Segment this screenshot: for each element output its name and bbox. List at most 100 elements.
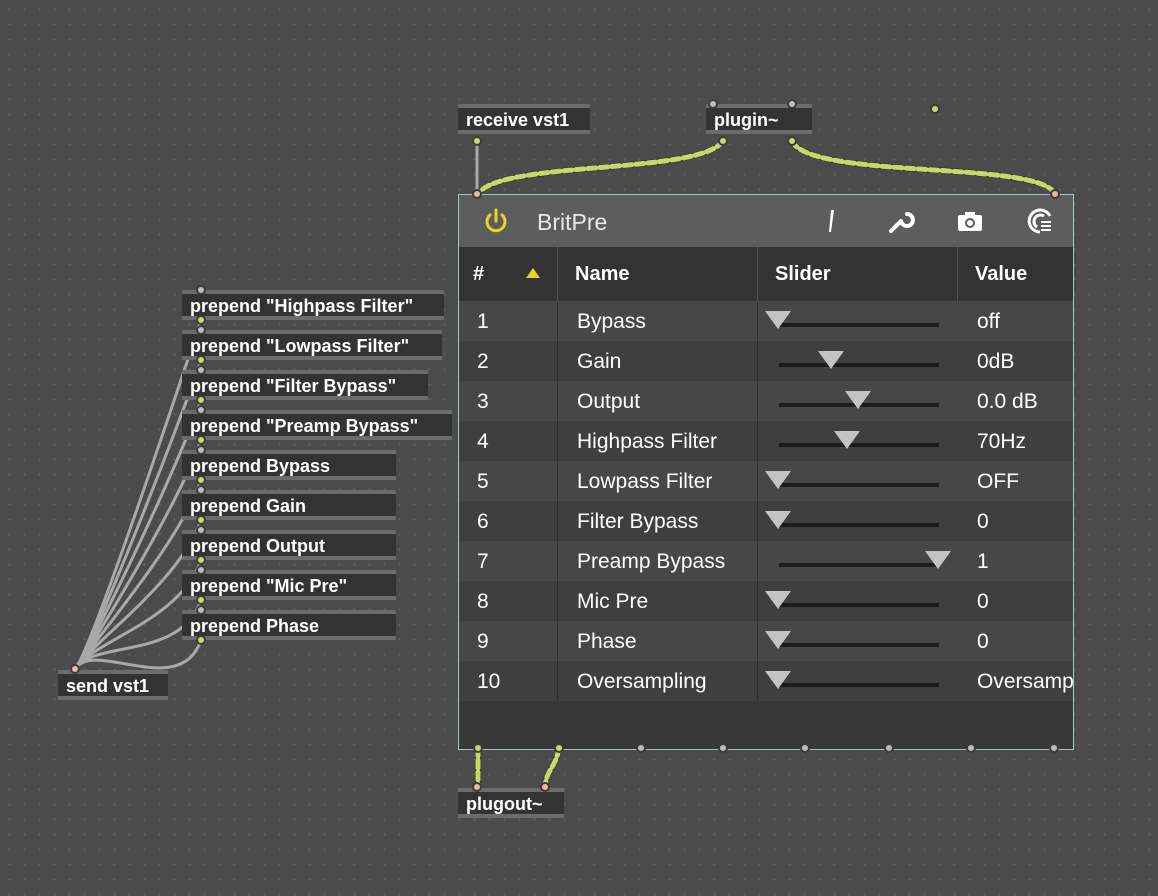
param-slider-thumb[interactable]: [925, 551, 951, 569]
camera-icon[interactable]: [955, 206, 985, 236]
prepend-object[interactable]: prepend Phase: [182, 610, 396, 640]
param-slider-thumb[interactable]: [845, 391, 871, 409]
param-row[interactable]: 6 Filter Bypass 0: [459, 501, 1073, 541]
param-row[interactable]: 5 Lowpass Filter OFF: [459, 461, 1073, 501]
plugin-inlet-right[interactable]: [787, 99, 797, 109]
param-slider-thumb[interactable]: [765, 511, 791, 529]
param-slider-track[interactable]: [779, 483, 939, 487]
vst-plugin-panel[interactable]: BritPre # Name Slider Value 1 Bypass off…: [458, 194, 1074, 750]
cord-plugin-right[interactable]: [789, 138, 1058, 197]
prepend-object[interactable]: prepend "Highpass Filter": [182, 290, 444, 320]
prepend-inlet[interactable]: [196, 485, 206, 495]
plugin-object[interactable]: plugin~: [706, 104, 812, 134]
prepend-object[interactable]: prepend Bypass: [182, 450, 396, 480]
pencil-icon[interactable]: [815, 206, 845, 236]
param-slider-thumb[interactable]: [833, 431, 860, 449]
param-value[interactable]: Oversampling: [977, 670, 1073, 694]
param-row[interactable]: 4 Highpass Filter 70Hz: [459, 421, 1073, 461]
param-slider-thumb[interactable]: [765, 591, 791, 609]
wrench-icon[interactable]: [885, 206, 915, 236]
prepend-object[interactable]: prepend "Filter Bypass": [182, 370, 428, 400]
send-object[interactable]: send vst1: [58, 670, 168, 700]
send-inlet[interactable]: [70, 664, 80, 674]
prepend-outlet[interactable]: [196, 595, 206, 605]
param-value[interactable]: 0dB: [977, 350, 1014, 374]
vst-inlet-left[interactable]: [472, 189, 482, 199]
vst-outlet[interactable]: [473, 743, 483, 753]
prepend-outlet[interactable]: [196, 355, 206, 365]
param-slider-track[interactable]: [779, 683, 939, 687]
param-slider-track[interactable]: [779, 363, 939, 367]
param-slider-track[interactable]: [779, 523, 939, 527]
prepend-object[interactable]: prepend "Lowpass Filter": [182, 330, 442, 360]
receive-outlet[interactable]: [472, 136, 482, 146]
prepend-inlet[interactable]: [196, 605, 206, 615]
col-value-header[interactable]: Value: [975, 263, 1027, 286]
prepend-inlet[interactable]: [196, 565, 206, 575]
vst-outlet[interactable]: [1049, 743, 1059, 753]
col-index-header[interactable]: #: [473, 263, 484, 286]
cord-prepend-to-send[interactable]: [74, 639, 203, 670]
prepend-inlet[interactable]: [196, 525, 206, 535]
prepend-inlet[interactable]: [196, 445, 206, 455]
param-row[interactable]: 9 Phase 0: [459, 621, 1073, 661]
plugout-object[interactable]: plugout~: [458, 788, 564, 818]
param-slider-thumb[interactable]: [765, 471, 791, 489]
param-slider-track[interactable]: [779, 603, 939, 607]
prepend-outlet[interactable]: [196, 555, 206, 565]
prepend-outlet[interactable]: [196, 475, 206, 485]
vst-outlet[interactable]: [884, 743, 894, 753]
receive-object[interactable]: receive vst1: [458, 104, 940, 134]
plugin-outlet-right[interactable]: [787, 136, 797, 146]
prepend-outlet[interactable]: [196, 395, 206, 405]
param-row[interactable]: 3 Output 0.0 dB: [459, 381, 1073, 421]
param-slider-thumb[interactable]: [765, 671, 791, 689]
vst-outlet[interactable]: [636, 743, 646, 753]
param-value[interactable]: 1: [977, 550, 989, 574]
vst-outlet[interactable]: [718, 743, 728, 753]
prepend-outlet[interactable]: [196, 635, 206, 645]
vst-outlet[interactable]: [800, 743, 810, 753]
param-value[interactable]: OFF: [977, 470, 1019, 494]
presets-icon[interactable]: [1025, 206, 1055, 236]
prepend-outlet[interactable]: [196, 435, 206, 445]
prepend-outlet[interactable]: [196, 515, 206, 525]
prepend-object[interactable]: prepend "Mic Pre": [182, 570, 396, 600]
col-name-header[interactable]: Name: [575, 263, 629, 286]
param-slider-track[interactable]: [779, 563, 939, 567]
param-value[interactable]: 0: [977, 630, 989, 654]
prepend-object[interactable]: prepend "Preamp Bypass": [182, 410, 452, 440]
prepend-outlet[interactable]: [196, 315, 206, 325]
param-slider-thumb[interactable]: [765, 631, 791, 649]
prepend-object[interactable]: prepend Output: [182, 530, 396, 560]
vst-inlet-right[interactable]: [1050, 189, 1060, 199]
param-value[interactable]: 0: [977, 590, 989, 614]
param-row[interactable]: 7 Preamp Bypass 1: [459, 541, 1073, 581]
param-row[interactable]: 1 Bypass off: [459, 301, 1073, 341]
param-slider-track[interactable]: [779, 323, 939, 327]
vst-outlet[interactable]: [554, 743, 564, 753]
prepend-inlet[interactable]: [196, 405, 206, 415]
power-icon[interactable]: [481, 206, 511, 236]
param-row[interactable]: 10 Oversampling Oversampling: [459, 661, 1073, 701]
param-slider-thumb[interactable]: [765, 311, 791, 329]
vst-outlet[interactable]: [966, 743, 976, 753]
param-slider-track[interactable]: [779, 643, 939, 647]
param-row[interactable]: 2 Gain 0dB: [459, 341, 1073, 381]
param-value[interactable]: 0: [977, 510, 989, 534]
plugout-inlet-right[interactable]: [540, 782, 550, 792]
sort-ascending-icon[interactable]: [525, 267, 541, 279]
prepend-object[interactable]: prepend Gain: [182, 490, 396, 520]
plugin-outlet-left[interactable]: [718, 136, 728, 146]
plugin-inlet-left[interactable]: [708, 99, 718, 109]
param-slider-thumb[interactable]: [817, 351, 844, 369]
col-slider-header[interactable]: Slider: [775, 263, 831, 286]
prepend-inlet[interactable]: [196, 365, 206, 375]
prepend-inlet[interactable]: [196, 285, 206, 295]
param-value[interactable]: 70Hz: [977, 430, 1026, 454]
param-value[interactable]: 0.0 dB: [977, 390, 1038, 414]
param-row[interactable]: 8 Mic Pre 0: [459, 581, 1073, 621]
param-value[interactable]: off: [977, 310, 1000, 334]
cord-plugin-left[interactable]: [475, 138, 726, 197]
plugout-inlet-left[interactable]: [472, 782, 482, 792]
